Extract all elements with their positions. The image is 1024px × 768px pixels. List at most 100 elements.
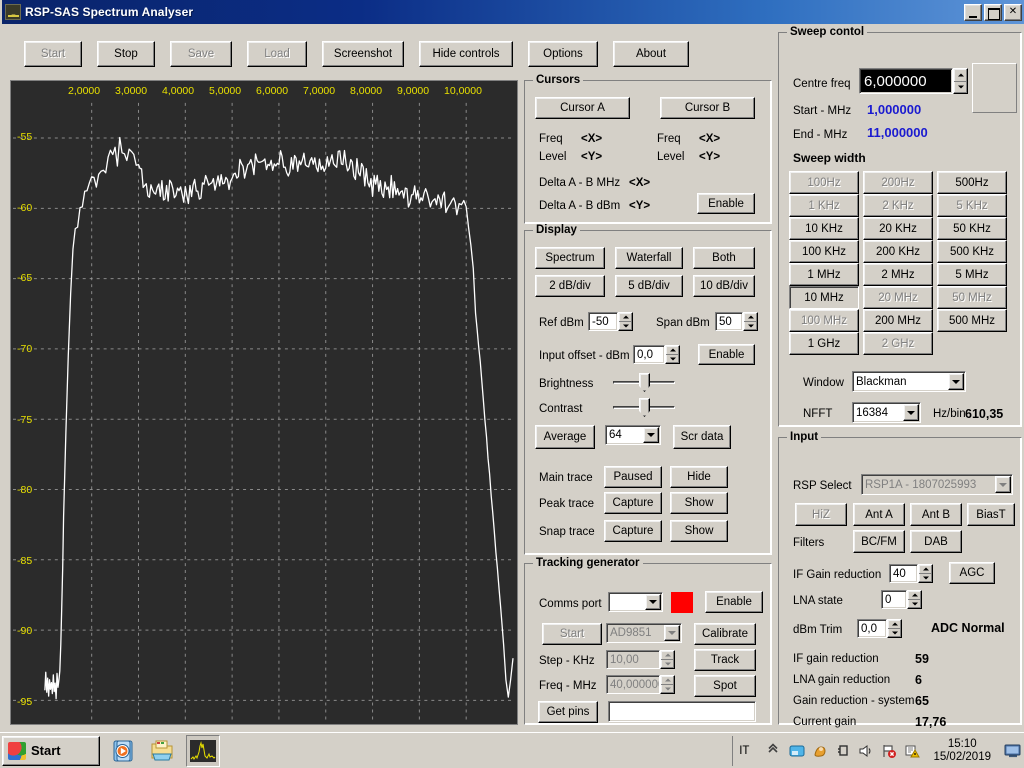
main-trace-state-button[interactable]: Paused	[604, 466, 662, 488]
security-icon[interactable]	[812, 743, 828, 759]
sweep-width-1ghz-button[interactable]: 1 GHz	[789, 332, 859, 355]
snap-trace-visibility-button[interactable]: Show	[670, 520, 728, 542]
get-pins-button[interactable]: Get pins	[538, 701, 598, 723]
toolbar-screenshot-button[interactable]: Screenshot	[322, 41, 404, 67]
sweep-width-20khz-button[interactable]: 20 KHz	[863, 217, 933, 240]
peak-trace-visibility-button[interactable]: Show	[670, 492, 728, 514]
sweep-width-50mhz-button[interactable]: 50 MHz	[937, 286, 1007, 309]
peak-trace-capture-button[interactable]: Capture	[604, 492, 662, 514]
sweep-width-1khz-button[interactable]: 1 KHz	[789, 194, 859, 217]
calibrate-button[interactable]: Calibrate	[694, 623, 756, 645]
if-gain-reduction-stepper[interactable]	[918, 564, 933, 583]
spectrum-graph[interactable]: 2,0000 3,0000 4,0000 5,0000 6,0000 7,0000 8,00…	[10, 80, 518, 725]
chip-select[interactable]: AD9851	[606, 623, 682, 643]
div-2db-button[interactable]: 2 dB/div	[535, 275, 605, 297]
sweep-width-20mhz-button[interactable]: 20 MHz	[863, 286, 933, 309]
tracking-start-button[interactable]: Start	[542, 623, 602, 645]
sweep-width-200mhz-button[interactable]: 200 MHz	[863, 309, 933, 332]
ref-dbm-input[interactable]: -50	[588, 312, 618, 331]
chevron-down-icon[interactable]	[643, 427, 659, 443]
sweep-width-50khz-button[interactable]: 50 KHz	[937, 217, 1007, 240]
snap-trace-capture-button[interactable]: Capture	[604, 520, 662, 542]
chevron-down-icon[interactable]	[664, 625, 680, 641]
sweep-width-5mhz-button[interactable]: 5 MHz	[937, 263, 1007, 286]
sweep-width-200khz-button[interactable]: 200 KHz	[863, 240, 933, 263]
biast-button[interactable]: BiasT	[967, 503, 1015, 526]
track-button[interactable]: Track	[694, 649, 756, 671]
toolbar-stop-button[interactable]: Stop	[97, 41, 155, 67]
cursors-enable-button[interactable]: Enable	[697, 193, 755, 214]
bcfm-filter-button[interactable]: BC/FM	[853, 530, 905, 553]
shield-warning-icon[interactable]	[904, 743, 921, 759]
agc-button[interactable]: AGC	[949, 562, 995, 584]
sweep-width-10khz-button[interactable]: 10 KHz	[789, 217, 859, 240]
freq-mhz-input[interactable]: 40,000000	[606, 675, 660, 694]
lna-state-input[interactable]: 0	[881, 590, 907, 609]
sweep-width-500khz-button[interactable]: 500 KHz	[937, 240, 1007, 263]
start-button[interactable]: Start	[2, 735, 100, 766]
chevron-down-icon[interactable]	[948, 373, 964, 390]
ant-a-button[interactable]: Ant A	[853, 503, 905, 526]
average-button[interactable]: Average	[535, 425, 595, 449]
sweep-width-5khz-button[interactable]: 5 KHz	[937, 194, 1007, 217]
chevron-down-icon[interactable]	[903, 404, 919, 421]
sweep-width-2ghz-button[interactable]: 2 GHz	[863, 332, 933, 355]
toolbar-options-button[interactable]: Options	[528, 41, 598, 67]
step-khz-stepper[interactable]	[660, 650, 675, 669]
rsp-select[interactable]: RSP1A - 1807025993	[861, 474, 1013, 495]
mode-spectrum-button[interactable]: Spectrum	[535, 247, 605, 269]
sweep-width-100khz-button[interactable]: 100 KHz	[789, 240, 859, 263]
volume-icon[interactable]	[858, 743, 874, 759]
nfft-select[interactable]: 16384	[852, 402, 921, 423]
usb-icon[interactable]	[835, 743, 851, 759]
toolbar-save-button[interactable]: Save	[170, 41, 232, 67]
sweep-width-2mhz-button[interactable]: 2 MHz	[863, 263, 933, 286]
input-offset-enable-button[interactable]: Enable	[698, 344, 755, 365]
comms-port-select[interactable]	[608, 592, 663, 612]
span-dbm-input[interactable]: 50	[715, 312, 743, 331]
toolbar-hide-controls-button[interactable]: Hide controls	[419, 41, 513, 67]
clock[interactable]: 15:10 15/02/2019	[927, 738, 997, 764]
spectrum-analyser-icon[interactable]	[186, 734, 220, 767]
toolbar-about-button[interactable]: About	[613, 41, 689, 67]
mode-both-button[interactable]: Both	[693, 247, 755, 269]
cursor-b-button[interactable]: Cursor B	[660, 97, 755, 119]
dab-filter-button[interactable]: DAB	[910, 530, 962, 553]
centre-freq-stepper[interactable]	[953, 68, 968, 94]
div-5db-button[interactable]: 5 dB/div	[615, 275, 683, 297]
scr-data-button[interactable]: Scr data	[673, 425, 731, 449]
step-khz-input[interactable]: 10,00	[606, 650, 660, 669]
maximize-button[interactable]	[984, 3, 1002, 21]
input-offset-input[interactable]: 0,0	[633, 345, 665, 364]
language-indicator[interactable]: IT	[739, 745, 749, 757]
sweep-width-2khz-button[interactable]: 2 KHz	[863, 194, 933, 217]
close-button[interactable]: ✕	[1004, 3, 1022, 21]
sweep-width-100hz-button[interactable]: 100Hz	[789, 171, 859, 194]
contrast-slider[interactable]	[613, 398, 675, 417]
sweep-width-10mhz-button[interactable]: 10 MHz	[789, 286, 859, 309]
brightness-slider[interactable]	[613, 373, 675, 392]
sweep-width-1mhz-button[interactable]: 1 MHz	[789, 263, 859, 286]
average-select[interactable]: 64	[605, 425, 661, 445]
file-explorer-icon[interactable]	[146, 735, 180, 767]
dbm-trim-input[interactable]: 0,0	[857, 619, 887, 638]
tracking-enable-button[interactable]: Enable	[705, 591, 763, 613]
toolbar-start-button[interactable]: Start	[24, 41, 82, 67]
chevron-down-icon[interactable]	[645, 594, 661, 610]
sweep-width-500mhz-button[interactable]: 500 MHz	[937, 309, 1007, 332]
sweep-width-100mhz-button[interactable]: 100 MHz	[789, 309, 859, 332]
spot-button[interactable]: Spot	[694, 675, 756, 697]
media-player-icon[interactable]	[106, 735, 140, 767]
span-dbm-stepper[interactable]	[743, 312, 758, 331]
chevron-down-icon[interactable]	[995, 476, 1011, 493]
minimize-button[interactable]	[964, 3, 982, 21]
dbm-trim-stepper[interactable]	[887, 619, 902, 638]
window-select[interactable]: Blackman	[852, 371, 966, 392]
flag-error-icon[interactable]	[881, 743, 897, 759]
cursor-a-button[interactable]: Cursor A	[535, 97, 630, 119]
if-gain-reduction-input[interactable]: 40	[889, 564, 918, 583]
hiz-button[interactable]: HiZ	[795, 503, 847, 526]
main-trace-visibility-button[interactable]: Hide	[670, 466, 728, 488]
pins-output-field[interactable]	[608, 701, 756, 722]
input-offset-stepper[interactable]	[665, 345, 680, 364]
